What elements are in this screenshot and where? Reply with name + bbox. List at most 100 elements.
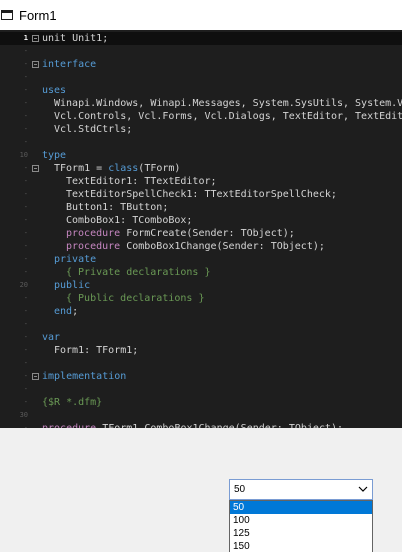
code-token: Form1: TForm1; bbox=[54, 345, 139, 356]
code-text: implementation bbox=[42, 370, 126, 383]
code-text: TextEditor1: TTextEditor; bbox=[66, 175, 217, 188]
code-text: private bbox=[54, 253, 96, 266]
code-line[interactable]: - var bbox=[0, 331, 402, 344]
code-token: { Private declarations } bbox=[66, 267, 211, 278]
fold-toggle-icon[interactable] bbox=[32, 373, 39, 380]
line-number: - bbox=[23, 320, 28, 328]
code-token: {$R *.dfm} bbox=[42, 397, 103, 408]
window-title: Form1 bbox=[19, 7, 57, 23]
code-line[interactable]: - private bbox=[0, 253, 402, 266]
code-token: ; bbox=[72, 306, 79, 317]
line-number: - bbox=[23, 203, 28, 211]
line-number: - bbox=[23, 164, 28, 172]
code-token: ComboBox1: TComboBox; bbox=[66, 215, 193, 226]
code-token: (TForm) bbox=[138, 163, 181, 174]
code-text: uses bbox=[42, 84, 66, 97]
dropdown-option[interactable]: 150 bbox=[230, 540, 372, 552]
code-token: procedure bbox=[66, 228, 121, 239]
line-number: - bbox=[23, 216, 28, 224]
code-line[interactable]: - uses bbox=[0, 84, 402, 97]
code-text: Form1: TForm1; bbox=[54, 344, 138, 357]
chevron-down-icon[interactable] bbox=[357, 483, 369, 495]
code-text: ComboBox1: TComboBox; bbox=[66, 214, 192, 227]
code-line[interactable]: - Vcl.StdCtrls; bbox=[0, 123, 402, 136]
code-line[interactable]: 30 bbox=[0, 409, 402, 422]
zoom-combobox[interactable]: 50 bbox=[229, 479, 373, 500]
line-number: - bbox=[23, 359, 28, 367]
code-text: Button1: TButton; bbox=[66, 201, 168, 214]
code-text: TForm1 = class(TForm) bbox=[54, 162, 180, 175]
code-line[interactable]: - interface bbox=[0, 58, 402, 71]
line-number: - bbox=[23, 268, 28, 276]
line-number: - bbox=[23, 294, 28, 302]
code-token: implementation bbox=[42, 371, 127, 382]
dropdown-option[interactable]: 125 bbox=[230, 527, 372, 540]
combobox-dropdown-list[interactable]: 50 100 125 150 bbox=[229, 500, 373, 552]
code-text: { Public declarations } bbox=[66, 292, 204, 305]
form-window-icon bbox=[1, 10, 13, 20]
code-line[interactable]: - bbox=[0, 45, 402, 58]
code-token: type bbox=[42, 150, 67, 161]
code-token: ComboBox1Change(Sender: TObject); bbox=[120, 241, 325, 252]
line-number: 10 bbox=[19, 151, 28, 159]
code-line[interactable]: - bbox=[0, 136, 402, 149]
line-number: - bbox=[23, 190, 28, 198]
line-number: - bbox=[23, 229, 28, 237]
code-token: Vcl.Controls, Vcl.Forms, Vcl.Dialogs, Te… bbox=[54, 111, 402, 122]
code-line[interactable]: 1 unit Unit1; bbox=[0, 32, 402, 45]
line-number: - bbox=[23, 255, 28, 263]
code-line[interactable]: - Button1: TButton; bbox=[0, 201, 402, 214]
fold-toggle-icon[interactable] bbox=[32, 165, 39, 172]
code-line[interactable]: - procedure FormCreate(Sender: TObject); bbox=[0, 227, 402, 240]
code-line[interactable]: - ComboBox1: TComboBox; bbox=[0, 214, 402, 227]
code-token: TextEditorSpellCheck1: TTextEditorSpellC… bbox=[66, 189, 337, 200]
code-line[interactable]: - { Private declarations } bbox=[0, 266, 402, 279]
dropdown-option[interactable]: 100 bbox=[230, 514, 372, 527]
code-line[interactable]: - bbox=[0, 71, 402, 84]
line-number: - bbox=[23, 125, 28, 133]
code-line[interactable]: - { Public declarations } bbox=[0, 292, 402, 305]
code-token: uses bbox=[42, 85, 67, 96]
code-line[interactable]: - Vcl.Controls, Vcl.Forms, Vcl.Dialogs, T… bbox=[0, 110, 402, 123]
line-number: - bbox=[23, 307, 28, 315]
code-line[interactable]: - Winapi.Windows, Winapi.Messages, System… bbox=[0, 97, 402, 110]
code-line[interactable]: 20 public bbox=[0, 279, 402, 292]
code-line[interactable]: - TForm1 = class(TForm) bbox=[0, 162, 402, 175]
code-token: unit Unit1; bbox=[42, 33, 109, 44]
fold-toggle-icon[interactable] bbox=[32, 61, 39, 68]
line-number: - bbox=[23, 86, 28, 94]
fold-toggle-icon[interactable] bbox=[32, 35, 39, 42]
title-bar: Form1 bbox=[0, 0, 402, 30]
code-text: end; bbox=[54, 305, 78, 318]
code-text: var bbox=[42, 331, 60, 344]
code-text: {$R *.dfm} bbox=[42, 396, 102, 409]
combobox-value: 50 bbox=[234, 484, 246, 495]
code-line[interactable]: - {$R *.dfm} bbox=[0, 396, 402, 409]
code-token: public bbox=[54, 280, 91, 291]
code-token: Vcl.StdCtrls; bbox=[54, 124, 133, 135]
line-number: - bbox=[23, 346, 28, 354]
code-token: FormCreate(Sender: TObject); bbox=[120, 228, 295, 239]
line-number: - bbox=[23, 47, 28, 55]
line-number: 20 bbox=[19, 281, 28, 289]
code-line[interactable]: - end; bbox=[0, 305, 402, 318]
line-number: - bbox=[23, 398, 28, 406]
code-line[interactable]: - Form1: TForm1; bbox=[0, 344, 402, 357]
code-line[interactable]: - bbox=[0, 383, 402, 396]
line-number: - bbox=[23, 112, 28, 120]
code-line[interactable]: - implementation bbox=[0, 370, 402, 383]
code-line[interactable]: - bbox=[0, 357, 402, 370]
code-line[interactable]: - bbox=[0, 318, 402, 331]
line-number: - bbox=[23, 333, 28, 341]
code-text: Winapi.Windows, Winapi.Messages, System.… bbox=[54, 97, 402, 110]
code-line[interactable]: - TextEditor1: TTextEditor; bbox=[0, 175, 402, 188]
line-number: - bbox=[23, 242, 28, 250]
code-token: class bbox=[108, 163, 139, 174]
dropdown-option[interactable]: 50 bbox=[230, 501, 372, 514]
code-editor[interactable]: 1 unit Unit1; - - interface - - uses - Winapi.Win… bbox=[0, 30, 402, 428]
code-line[interactable]: - TextEditorSpellCheck1: TTextEditorSpell… bbox=[0, 188, 402, 201]
line-number: - bbox=[23, 73, 28, 81]
code-line[interactable]: 10 type bbox=[0, 149, 402, 162]
code-token: procedure bbox=[66, 241, 121, 252]
code-line[interactable]: - procedure ComboBox1Change(Sender: TObje… bbox=[0, 240, 402, 253]
